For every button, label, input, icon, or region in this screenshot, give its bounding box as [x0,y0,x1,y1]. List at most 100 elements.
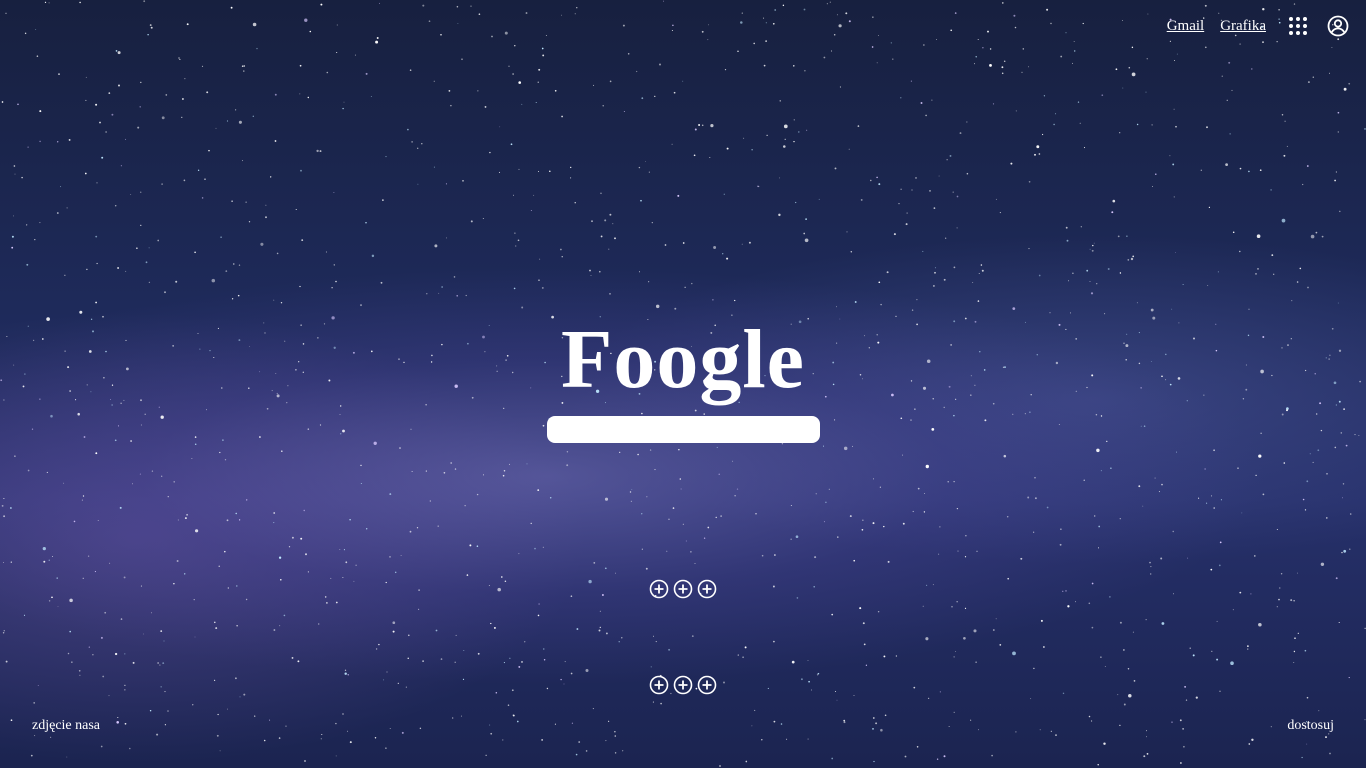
star [211,278,216,283]
star [672,507,675,509]
images-link[interactable]: Grafika [1220,18,1266,35]
star [450,462,453,464]
star [445,183,447,185]
customize-link[interactable]: dostosuj [1287,718,1334,734]
star [1145,619,1147,621]
star [1317,449,1320,452]
star [992,629,995,631]
star [1321,235,1324,238]
add-shortcut-icon[interactable] [673,579,693,599]
star [371,254,375,258]
grid-apps-icon[interactable] [1286,14,1310,38]
star [646,496,648,498]
star [1204,46,1207,49]
star [360,464,362,467]
star [1132,631,1134,633]
star [649,449,652,451]
star [343,549,345,551]
star [1022,48,1025,50]
star [1136,123,1139,126]
star [1132,255,1135,258]
star [237,294,240,297]
star [206,91,209,94]
star [389,493,392,496]
star [778,213,781,217]
star [124,138,127,140]
star [783,124,788,129]
star [872,728,874,730]
star [411,141,413,143]
star [1050,730,1052,732]
star [861,528,864,531]
star [815,493,817,495]
star [115,50,118,52]
star [954,12,957,14]
star [1080,226,1082,228]
star [130,440,133,442]
star [339,433,342,435]
add-shortcut-icon[interactable] [649,579,669,599]
star [489,151,491,154]
star [1206,502,1208,504]
star [978,729,980,731]
search-input[interactable] [547,416,820,443]
star [530,210,532,212]
star [1010,162,1013,165]
star [966,172,969,175]
star [516,720,519,723]
star [1065,226,1068,229]
star [1142,505,1144,507]
star [273,512,276,514]
star [956,601,958,603]
star [793,140,795,143]
star [448,90,451,92]
star [252,22,257,27]
star [56,212,59,214]
star [235,512,237,515]
star [886,271,889,274]
star [96,182,98,184]
star [48,600,51,602]
star [3,497,5,500]
star [1304,509,1307,511]
star [859,607,862,610]
star [44,1,47,4]
star [117,267,120,269]
star [1286,145,1288,147]
star [530,522,532,525]
add-shortcut-icon[interactable] [649,675,669,695]
star [140,224,142,227]
star [99,121,101,124]
star [537,170,540,173]
star [443,471,446,474]
star [64,274,66,276]
star [1097,764,1099,766]
star [978,273,980,275]
star [765,40,767,42]
star [668,518,670,521]
add-shortcut-icon[interactable] [673,675,693,695]
star [114,205,117,207]
star [790,538,792,540]
star [512,73,514,75]
star [648,171,650,173]
star [923,511,926,513]
star [966,121,968,123]
star [1349,513,1352,515]
star [365,72,368,75]
star [948,725,950,727]
add-shortcut-icon[interactable] [697,579,717,599]
star [156,733,159,736]
star [335,755,337,757]
star [685,540,687,542]
star [1093,242,1095,244]
add-shortcut-icon[interactable] [697,675,717,695]
star [953,480,955,483]
star [382,199,384,201]
star [1281,413,1284,416]
star [660,702,662,705]
star [320,738,322,740]
star [524,641,526,643]
gmail-link[interactable]: Gmail [1167,18,1205,35]
account-circle-icon[interactable] [1326,14,1350,38]
